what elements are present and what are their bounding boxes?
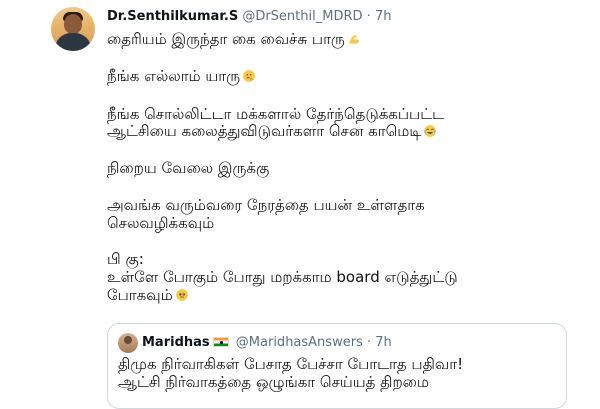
quoted-author-name[interactable]: Maridhas — [142, 335, 210, 350]
pleading-face-icon — [175, 288, 189, 302]
tweet-line-7-text: செலவழிக்கவும் — [107, 214, 215, 232]
quoted-header-separator: · — [366, 335, 372, 350]
avatar-head — [64, 14, 82, 34]
india-flag-icon — [212, 337, 229, 347]
avatar-body — [55, 33, 91, 51]
tweet-line-9-text: உள்ளே போகும் போது மறக்காம board எடுத்துட… — [107, 268, 458, 286]
tweet-time[interactable]: 7h — [375, 9, 392, 24]
header-separator: · — [366, 9, 371, 24]
quoted-author-avatar[interactable] — [118, 333, 138, 353]
quoted-tweet-text: திமுக நிர்வாகிகள் பேசாத பேச்சா போடாத பதி… — [118, 355, 558, 391]
tweet-line-4-text: ஆட்சியை கலைத்துவிடுவர்களா சென காமெடி — [107, 122, 422, 140]
quoted-tweet-header: Maridhas @MaridhasAnswers · 7h — [142, 334, 392, 352]
quoted-tweet-card[interactable]: Maridhas @MaridhasAnswers · 7h திமுக நிர… — [107, 323, 567, 409]
thinking-face-icon — [242, 69, 256, 83]
author-avatar[interactable] — [51, 7, 95, 51]
tweet-line-6: அவங்க வரும்வரை நேரத்தை பயன் உள்ளதாக — [107, 196, 425, 214]
quoted-tweet-line-1: திமுக நிர்வாகிகள் பேசாத பேச்சா போடாத பதி… — [118, 355, 464, 373]
tweet-line-6-text: அவங்க வரும்வரை நேரத்தை பயன் உள்ளதாக — [107, 196, 425, 214]
tweet-line-4: ஆட்சியை கலைத்துவிடுவர்களா சென காமெடி — [107, 122, 437, 140]
quoted-author-handle[interactable]: @MaridhasAnswers — [236, 335, 363, 350]
face-with-tears-of-joy-icon — [423, 124, 437, 138]
tweet-line-2-text: நீங்க எல்லாம் யாரு — [107, 67, 240, 85]
author-handle[interactable]: @DrSenthil_MDRD — [242, 9, 362, 24]
tweet-line-3: நீங்க சொல்லிட்டா மக்களால் தேர்ந்தெடுக்கப… — [107, 105, 444, 123]
tweet-line-8-text: பி கு: — [107, 250, 144, 268]
tweet-line-10-text: போகவும் — [107, 286, 173, 304]
tweet-line-7: செலவழிக்கவும் — [107, 214, 214, 232]
tweet-line-5-text: நிறைய வேலை இருக்கு — [107, 159, 270, 177]
author-name[interactable]: Dr.Senthilkumar.S — [107, 9, 238, 24]
tweet-line-2: நீங்க எல்லாம் யாரு — [107, 67, 256, 85]
tweet-line-9: உள்ளே போகும் போது மறக்காம board எடுத்துட… — [107, 268, 458, 286]
tweet-header: Dr.Senthilkumar.S @DrSenthil_MDRD · 7h — [107, 8, 391, 26]
tweet-line-10: போகவும் — [107, 286, 189, 304]
tweet-line-1: தைரியம் இருந்தா கை வைச்சு பாரு — [107, 30, 361, 48]
flexed-biceps-icon — [347, 32, 361, 46]
tweet-line-8: பி கு: — [107, 250, 144, 268]
tweet-card[interactable]: Dr.Senthilkumar.S @DrSenthil_MDRD · 7h த… — [0, 0, 600, 409]
right-edge-fade — [582, 0, 600, 400]
tweet-line-1-text: தைரியம் இருந்தா கை வைச்சு பாரு — [107, 30, 345, 48]
quoted-tweet-time[interactable]: 7h — [375, 335, 392, 350]
tweet-line-3-text: நீங்க சொல்லிட்டா மக்களால் தேர்ந்தெடுக்கப… — [107, 105, 445, 123]
quoted-tweet-line-2: ஆட்சி நிர்வாகத்தை ஒழுங்கா செய்யத் திறமை — [118, 373, 429, 391]
tweet-line-5: நிறைய வேலை இருக்கு — [107, 159, 269, 177]
